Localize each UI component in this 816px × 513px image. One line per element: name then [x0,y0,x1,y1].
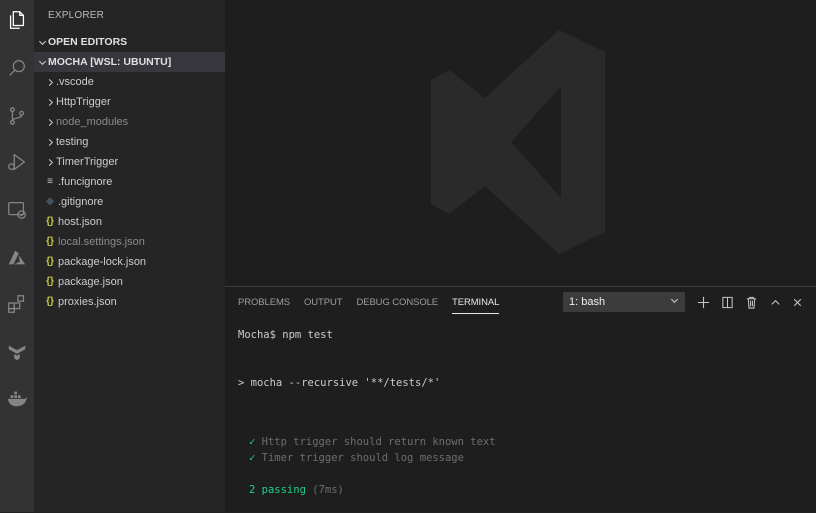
docker-icon[interactable] [5,386,29,410]
activity-bar [0,0,34,512]
tree-item-label: proxies.json [58,296,117,308]
tree-item-label: package.json [58,276,123,288]
terminal-select[interactable]: 1: bash [563,292,685,312]
tree-item-funcignore[interactable]: ≡ .funcignore [34,172,225,192]
trash-icon[interactable] [742,293,760,311]
tree-item-gitignore[interactable]: ◆ .gitignore [34,192,225,212]
explorer-title: EXPLORER [48,10,105,21]
close-icon[interactable] [788,293,806,311]
tab-terminal[interactable]: TERMINAL [452,287,500,319]
tree-item-package-json[interactable]: {} package.json [34,272,225,292]
tree-item-vscode[interactable]: .vscode [34,72,225,92]
extensions-icon[interactable] [5,292,29,316]
json-file-icon: {} [46,216,54,227]
tree-item-label: node_modules [56,116,129,128]
test-result-text: Http trigger should return known text [261,436,496,448]
workspace-label: MOCHA [WSL: UBUNTU] [48,56,172,68]
tab-debug-console[interactable]: DEBUG CONSOLE [356,287,438,319]
tree-item-label: TimerTrigger [56,156,119,168]
open-editors-label: OPEN EDITORS [48,36,128,48]
azure-icon[interactable] [5,246,29,270]
tree-item-local-settings-json[interactable]: {} local.settings.json [34,232,225,252]
remote-explorer-icon[interactable] [5,198,29,222]
test-result-text: Timer trigger should log message [261,452,464,464]
run-debug-icon[interactable] [5,150,29,174]
json-file-icon: {} [46,256,54,267]
split-icon[interactable] [718,293,736,311]
tree-item-label: .gitignore [58,196,104,208]
chevron-right-icon [44,72,56,92]
chevron-down-icon [36,32,48,52]
tree-item-label: local.settings.json [58,236,145,248]
json-file-icon: {} [46,236,54,247]
tree-item-host-json[interactable]: {} host.json [34,212,225,232]
tab-output[interactable]: OUTPUT [304,287,343,319]
bottom-panel: PROBLEMS OUTPUT DEBUG CONSOLE TERMINAL 1… [225,286,816,513]
source-control-icon[interactable] [5,104,29,128]
testing-icon[interactable] [5,340,29,364]
open-editors-section[interactable]: OPEN EDITORS [34,32,225,52]
git-file-icon: ◆ [46,196,54,207]
check-icon: ✓ [249,436,256,448]
tree-item-httptrigger[interactable]: HttpTrigger [34,92,225,112]
tree-item-label: package-lock.json [58,256,147,268]
tree-item-label: .funcignore [58,176,113,188]
tree-item-testing[interactable]: testing [34,132,225,152]
panel-tabs: PROBLEMS OUTPUT DEBUG CONSOLE TERMINAL [238,287,513,319]
terminal-select-value: 1: bash [569,296,606,308]
tree-item-timertrigger[interactable]: TimerTrigger [34,152,225,172]
test-duration: (7ms) [312,484,344,496]
settings-file-icon: ≡ [47,176,53,187]
plus-icon[interactable] [694,293,712,311]
chevron-right-icon [44,152,56,172]
tree-item-proxies-json[interactable]: {} proxies.json [34,292,225,312]
chevron-right-icon [44,92,56,112]
json-file-icon: {} [46,296,54,307]
tree-item-label: HttpTrigger [56,96,111,108]
tree-item-node-modules[interactable]: node_modules [34,112,225,132]
chevron-down-icon [670,292,679,312]
chevron-down-icon [36,52,48,72]
check-icon: ✓ [249,452,256,464]
tree-item-label: .vscode [56,76,94,88]
tab-problems[interactable]: PROBLEMS [238,287,290,319]
terminal-command-line: > mocha --recursive '**/tests/*' [238,377,441,389]
tree-item-package-lock-json[interactable]: {} package-lock.json [34,252,225,272]
vscode-logo-watermark-icon [431,30,605,254]
tree-item-label: host.json [58,216,103,228]
test-result-line: ✓ Timer trigger should log message [249,452,464,464]
terminal-prompt-line: Mocha$ npm test [238,329,333,341]
chevron-right-icon [44,132,56,152]
files-icon[interactable] [5,8,29,32]
test-result-line: ✓ Http trigger should return known text [249,436,496,448]
chevron-up-icon[interactable] [766,293,784,311]
test-summary-line: 2 passing (7ms) [249,484,344,496]
explorer-sidebar: EXPLORER OPEN EDITORS MOCHA [WSL: UBUNTU… [34,0,225,512]
editor-area [225,0,816,286]
search-icon[interactable] [5,56,29,80]
json-file-icon: {} [46,276,54,287]
chevron-right-icon [44,112,56,132]
tree-item-label: testing [56,136,89,148]
workspace-section[interactable]: MOCHA [WSL: UBUNTU] [34,52,225,72]
passing-count: 2 passing [249,484,306,496]
